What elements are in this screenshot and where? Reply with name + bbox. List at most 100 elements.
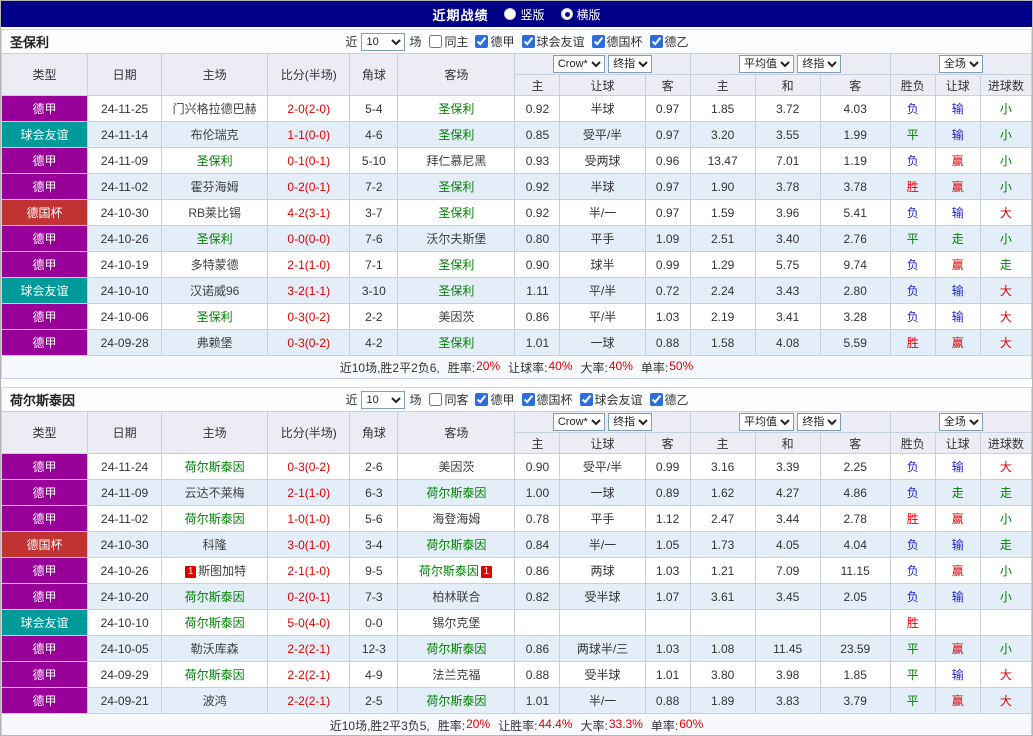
team-name-link[interactable]: 美因茨 [438, 460, 474, 474]
team-name-link[interactable]: 圣保利 [438, 102, 474, 116]
league-filter[interactable]: 球会友谊 [518, 33, 585, 50]
team-name-link[interactable]: 荷尔斯泰因 [185, 590, 245, 604]
match-score-link[interactable]: 2-2(2-1) [267, 635, 351, 662]
league-badge[interactable]: 德甲 [3, 100, 87, 117]
league-badge[interactable]: 德甲 [3, 308, 87, 325]
match-score-link[interactable]: 1-0(1-0) [267, 505, 351, 532]
team-name-link[interactable]: 拜仁慕尼黑 [426, 154, 486, 168]
league-badge[interactable]: 德甲 [3, 562, 87, 579]
match-score-link[interactable]: 3-2(1-1) [267, 277, 351, 304]
team-name-link[interactable]: 荷尔斯泰因 [426, 694, 486, 708]
league-badge[interactable]: 德甲 [3, 666, 87, 683]
team-name-link[interactable]: 圣保利 [197, 232, 233, 246]
avg-stage-select[interactable]: 终指 [797, 55, 842, 73]
league-badge[interactable]: 德国杯 [3, 204, 87, 221]
team-name-link[interactable]: 斯图加特 [198, 564, 246, 578]
odds-stage-select[interactable]: 终指 [608, 413, 653, 431]
result-scope-select[interactable]: 全场 [938, 55, 983, 73]
league-filter[interactable]: 德乙 [646, 33, 689, 50]
match-score-link[interactable]: 0-3(0-2) [267, 303, 351, 330]
match-score-link[interactable]: 4-2(3-1) [267, 199, 351, 226]
league-filter[interactable]: 德国杯 [518, 391, 573, 408]
league-filter-checkbox[interactable] [475, 35, 489, 48]
team-name-link[interactable]: 锡尔克堡 [432, 616, 480, 630]
match-score-link[interactable]: 2-1(1-0) [267, 557, 351, 584]
avg-stage-select[interactable]: 终指 [797, 413, 842, 431]
league-badge[interactable]: 德甲 [3, 458, 87, 475]
league-filter-checkbox[interactable] [521, 393, 535, 406]
team-name-link[interactable]: 荷尔斯泰因 [185, 616, 245, 630]
avg-source-select[interactable]: 平均值 [739, 55, 794, 73]
league-badge[interactable]: 球会友谊 [3, 282, 87, 299]
match-score-link[interactable]: 0-3(0-2) [267, 329, 351, 356]
league-filter-checkbox[interactable] [579, 393, 593, 406]
league-filter[interactable]: 德甲 [471, 33, 515, 50]
league-badge[interactable]: 德甲 [3, 152, 87, 169]
team-name-link[interactable]: 弗赖堡 [197, 336, 233, 350]
match-score-link[interactable]: 1-1(0-0) [267, 121, 351, 148]
team-name-link[interactable]: 荷尔斯泰因 [185, 460, 245, 474]
match-score-link[interactable]: 2-0(2-0) [267, 95, 351, 122]
radio-icon[interactable] [560, 8, 573, 20]
team-name-link[interactable]: 勒沃库森 [191, 642, 239, 656]
league-filter-checkbox[interactable] [521, 35, 535, 48]
recent-count-select[interactable]: 10 [361, 390, 406, 409]
league-filter-checkbox[interactable] [591, 35, 605, 48]
team-name-link[interactable]: 圣保利 [197, 154, 233, 168]
team-name-link[interactable]: 圣保利 [438, 206, 474, 220]
team-name-link[interactable]: 柏林联合 [432, 590, 480, 604]
same-venue-filter[interactable]: 同主 [425, 33, 468, 50]
league-filter[interactable]: 德国杯 [588, 33, 643, 50]
team-name-link[interactable]: 荷尔斯泰因 [185, 512, 245, 526]
odds-source-select[interactable]: Crow* [552, 413, 605, 431]
same-venue-checkbox[interactable] [429, 393, 443, 406]
league-filter-checkbox[interactable] [475, 393, 489, 406]
league-badge[interactable]: 德国杯 [3, 536, 87, 553]
league-badge[interactable]: 德甲 [3, 588, 87, 605]
team-name-link[interactable]: 云达不莱梅 [185, 486, 245, 500]
league-filter-checkbox[interactable] [649, 393, 663, 406]
league-badge[interactable]: 球会友谊 [3, 614, 87, 631]
match-score-link[interactable]: 0-0(0-0) [267, 225, 351, 252]
league-badge[interactable]: 德甲 [3, 484, 87, 501]
team-name-link[interactable]: 圣保利 [197, 310, 233, 324]
match-score-link[interactable]: 0-3(0-2) [267, 453, 351, 480]
team-name-link[interactable]: 波鸿 [203, 694, 227, 708]
odds-stage-select[interactable]: 终指 [608, 55, 653, 73]
team-name-link[interactable]: 美因茨 [438, 310, 474, 324]
league-badge[interactable]: 德甲 [3, 256, 87, 273]
match-score-link[interactable]: 0-2(0-1) [267, 173, 351, 200]
recent-count-select[interactable]: 10 [361, 32, 406, 51]
radio-icon[interactable] [504, 8, 517, 20]
team-name-link[interactable]: 汉诺威96 [190, 284, 239, 298]
team-name-link[interactable]: 圣保利 [438, 258, 474, 272]
team-name-link[interactable]: 荷尔斯泰因 [426, 538, 486, 552]
league-filter[interactable]: 球会友谊 [576, 391, 643, 408]
league-badge[interactable]: 德甲 [3, 230, 87, 247]
match-score-link[interactable]: 0-1(0-1) [267, 147, 351, 174]
team-name-link[interactable]: 圣保利 [438, 284, 474, 298]
avg-source-select[interactable]: 平均值 [739, 413, 794, 431]
team-name-link[interactable]: 圣保利 [438, 336, 474, 350]
same-venue-filter[interactable]: 同客 [425, 391, 468, 408]
league-badge[interactable]: 德甲 [3, 692, 87, 709]
team-name-link[interactable]: 海登海姆 [432, 512, 480, 526]
team-name-link[interactable]: 多特蒙德 [191, 258, 239, 272]
team-name-link[interactable]: 科隆 [203, 538, 227, 552]
team-name-link[interactable]: 圣保利 [438, 180, 474, 194]
team-name-link[interactable]: 霍芬海姆 [191, 180, 239, 194]
team-name-link[interactable]: 法兰克福 [432, 668, 480, 682]
team-name-link[interactable]: RB莱比锡 [188, 206, 241, 220]
league-badge[interactable]: 德甲 [3, 334, 87, 351]
team-name-link[interactable]: 沃尔夫斯堡 [426, 232, 486, 246]
match-score-link[interactable]: 0-2(0-1) [267, 583, 351, 610]
layout-option-vertical[interactable]: 竖版 [504, 6, 545, 23]
same-venue-checkbox[interactable] [429, 35, 443, 48]
match-score-link[interactable]: 5-0(4-0) [267, 609, 351, 636]
layout-option-horizontal[interactable]: 横版 [560, 6, 601, 23]
odds-source-select[interactable]: Crow* [552, 55, 605, 73]
league-badge[interactable]: 德甲 [3, 640, 87, 657]
team-name-link[interactable]: 荷尔斯泰因 [426, 642, 486, 656]
team-name-link[interactable]: 圣保利 [438, 128, 474, 142]
team-name-link[interactable]: 荷尔斯泰因 [185, 668, 245, 682]
